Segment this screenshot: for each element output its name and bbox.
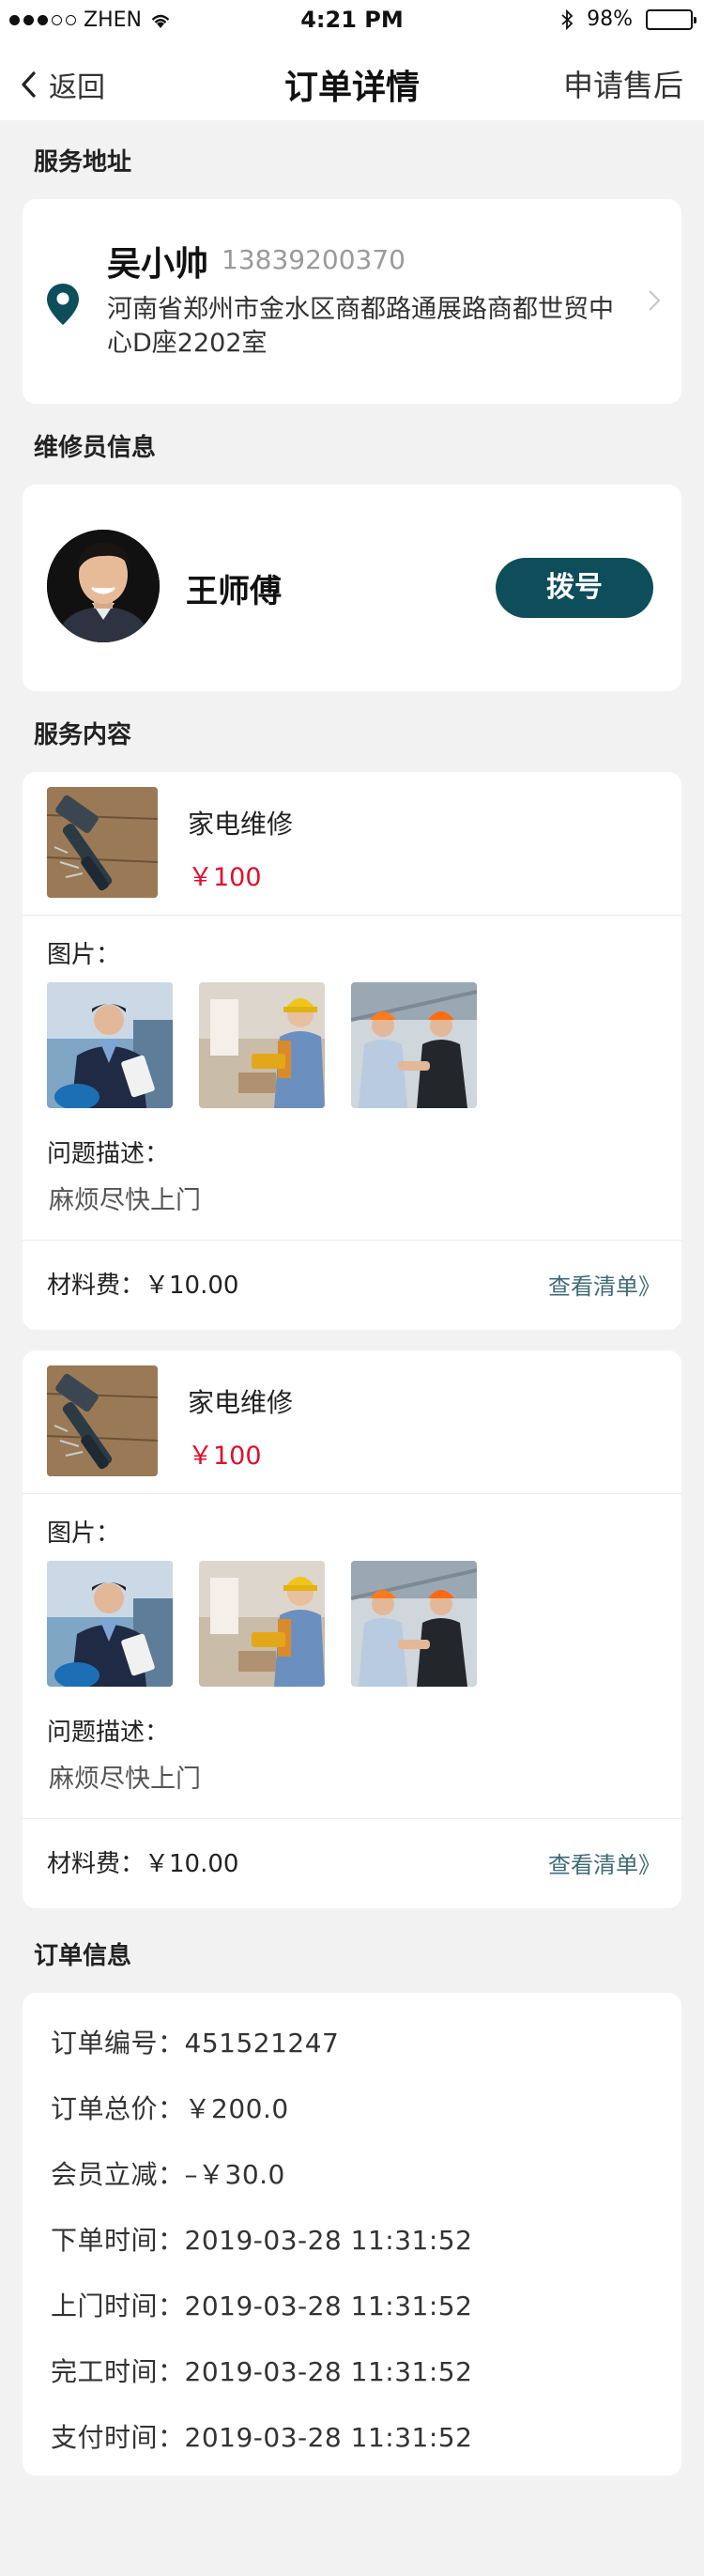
service-price: ￥100 bbox=[188, 1442, 262, 1471]
service-photo[interactable] bbox=[47, 1561, 173, 1687]
payment-time-row: 支付时间：2019-03-28 11:31:52 bbox=[51, 2422, 473, 2453]
view-list-link[interactable]: 查看清单》 bbox=[548, 1268, 661, 1301]
service-photo[interactable] bbox=[351, 1561, 477, 1687]
service-name: 家电维修 bbox=[188, 1387, 294, 1418]
service-card: 家电维修 ￥100 图片： 问题描述： 麻烦尽快上门 材料费：￥10.00 查看… bbox=[23, 772, 681, 1330]
order-number-row: 订单编号：451521247 bbox=[51, 2028, 340, 2059]
address-section-title: 服务地址 bbox=[34, 148, 132, 177]
contact-name: 吴小帅 bbox=[107, 245, 209, 284]
description-text: 麻烦尽快上门 bbox=[49, 1186, 201, 1215]
battery-icon bbox=[646, 8, 696, 30]
order-detail-page: ZHEN 4:21 PM 98% 返回 订单详情 申请售后 服务地址 吴小帅 1… bbox=[0, 0, 704, 2576]
divider bbox=[23, 1240, 681, 1241]
service-thumbnail bbox=[47, 1365, 158, 1476]
bluetooth-icon bbox=[561, 8, 574, 30]
order-section-title: 订单信息 bbox=[34, 1942, 132, 1970]
description-label: 问题描述： bbox=[47, 1719, 170, 1747]
order-time-row: 下单时间：2019-03-28 11:31:52 bbox=[51, 2225, 473, 2256]
service-section-title: 服务内容 bbox=[34, 721, 132, 749]
service-thumbnail bbox=[47, 787, 158, 898]
service-photo[interactable] bbox=[199, 1561, 325, 1687]
battery-percent: 98% bbox=[587, 8, 633, 31]
visit-time-row: 上门时间：2019-03-28 11:31:52 bbox=[51, 2291, 473, 2321]
view-list-link[interactable]: 查看清单》 bbox=[548, 1846, 661, 1879]
chevron-right-icon bbox=[649, 290, 661, 311]
order-total-row: 订单总价：￥200.0 bbox=[51, 2093, 289, 2124]
divider bbox=[23, 915, 681, 916]
divider bbox=[23, 1493, 681, 1494]
contact-phone: 13839200370 bbox=[222, 244, 406, 275]
status-right: 98% bbox=[560, 8, 696, 31]
avatar bbox=[47, 530, 160, 642]
worker-name: 王师傅 bbox=[186, 573, 282, 610]
material-fee: 材料费：￥10.00 bbox=[47, 1850, 239, 1878]
photos-label: 图片： bbox=[47, 941, 121, 969]
photos-label: 图片： bbox=[47, 1519, 121, 1548]
member-discount-row: 会员立减：–￥30.0 bbox=[51, 2159, 285, 2190]
service-card: 家电维修 ￥100 图片： 问题描述： 麻烦尽快上门 材料费：￥10.00 查看… bbox=[23, 1350, 681, 1908]
description-text: 麻烦尽快上门 bbox=[49, 1765, 201, 1794]
call-button[interactable]: 拨号 bbox=[496, 558, 653, 618]
service-photo[interactable] bbox=[199, 982, 325, 1108]
location-pin-icon bbox=[47, 284, 79, 325]
worker-card: 王师傅 拨号 bbox=[23, 485, 681, 691]
order-info-card: 订单编号：451521247 订单总价：￥200.0 会员立减：–￥30.0 下… bbox=[23, 1993, 681, 2476]
material-fee: 材料费：￥10.00 bbox=[47, 1272, 239, 1300]
address-card[interactable]: 吴小帅 13839200370 河南省郑州市金水区商都路通展路商都世贸中心D座2… bbox=[23, 199, 681, 404]
status-bar: ZHEN 4:21 PM 98% bbox=[0, 0, 704, 41]
nav-bar: 返回 订单详情 申请售后 bbox=[0, 41, 704, 120]
completion-time-row: 完工时间：2019-03-28 11:31:52 bbox=[51, 2356, 473, 2387]
worker-section-title: 维修员信息 bbox=[34, 434, 157, 462]
service-name: 家电维修 bbox=[188, 809, 294, 840]
divider bbox=[23, 1818, 681, 1819]
service-photo[interactable] bbox=[351, 982, 477, 1108]
service-address: 河南省郑州市金水区商都路通展路商都世贸中心D座2202室 bbox=[107, 295, 614, 358]
description-label: 问题描述： bbox=[47, 1140, 170, 1168]
after-sales-button[interactable]: 申请售后 bbox=[563, 62, 683, 105]
service-price: ￥100 bbox=[188, 863, 262, 892]
service-photo[interactable] bbox=[47, 982, 173, 1108]
